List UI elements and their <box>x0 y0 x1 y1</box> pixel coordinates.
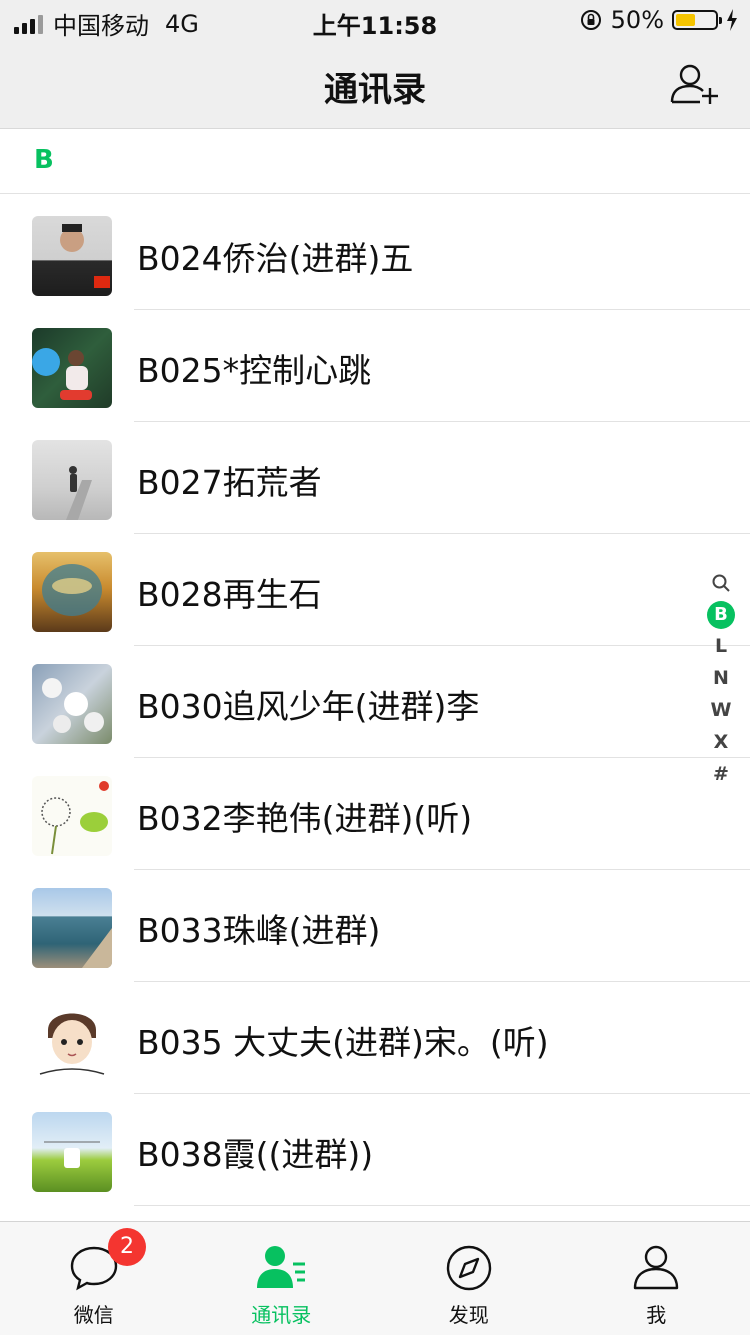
index-search[interactable] <box>700 566 742 598</box>
battery-percent: 50% <box>611 6 664 34</box>
profile-icon <box>630 1242 682 1294</box>
contact-name: B028再生石 <box>137 568 322 616</box>
add-contact-button[interactable] <box>670 62 720 106</box>
tab-contacts[interactable]: 通讯录 <box>188 1222 376 1335</box>
network-type: 4G <box>165 10 199 38</box>
avatar <box>32 440 112 520</box>
contact-row[interactable]: B038霞((进群)) <box>0 1094 750 1206</box>
contact-row[interactable]: B032李艳伟(进群)(听) <box>0 758 750 870</box>
tab-chats[interactable]: 2 微信 <box>0 1222 188 1335</box>
avatar <box>32 664 112 744</box>
section-letter: B <box>34 145 54 175</box>
unread-badge: 2 <box>108 1228 146 1266</box>
contact-row[interactable]: B027拓荒者 <box>0 422 750 534</box>
index-letter-n[interactable]: N <box>700 662 742 694</box>
tab-label: 微信 <box>0 1299 188 1328</box>
charging-icon <box>726 9 738 31</box>
signal-strength-icon <box>14 14 43 34</box>
status-left: 中国移动 4G <box>14 6 199 41</box>
tab-label: 发现 <box>375 1299 563 1328</box>
avatar <box>32 216 112 296</box>
contact-name: B035 大丈夫(进群)宋。(听) <box>137 1016 549 1064</box>
tab-me[interactable]: 我 <box>563 1222 750 1335</box>
contact-name: B038霞((进群)) <box>137 1128 373 1176</box>
tab-discover[interactable]: 发现 <box>375 1222 563 1335</box>
contact-row[interactable]: B024侨治(进群)五 <box>0 198 750 310</box>
index-letter-w[interactable]: W <box>700 694 742 726</box>
contact-name: B033珠峰(进群) <box>137 904 380 952</box>
contact-name: B027拓荒者 <box>137 456 322 504</box>
index-letter-l[interactable]: L <box>700 630 742 662</box>
nav-bar: 通讯录 <box>0 40 750 129</box>
avatar <box>32 1112 112 1192</box>
avatar <box>32 776 112 856</box>
status-right: 50% <box>579 6 738 34</box>
carrier-name: 中国移动 <box>53 6 149 41</box>
contact-row[interactable]: B033珠峰(进群) <box>0 870 750 982</box>
contact-list[interactable]: B024侨治(进群)五 B025*控制心跳 B027拓荒者 B028再生石 B0… <box>0 198 750 1221</box>
battery-level <box>676 14 695 26</box>
contact-name: B032李艳伟(进群)(听) <box>137 792 472 840</box>
section-header: B <box>0 129 750 194</box>
add-contact-icon <box>670 62 720 106</box>
page-title: 通讯录 <box>0 62 750 111</box>
tab-label: 我 <box>563 1299 750 1328</box>
avatar <box>32 328 112 408</box>
compass-icon <box>443 1242 495 1294</box>
contact-row[interactable]: B025*控制心跳 <box>0 310 750 422</box>
contact-name: B025*控制心跳 <box>137 344 371 392</box>
search-icon <box>711 573 731 593</box>
tab-bar: 2 微信 通讯录 发现 我 <box>0 1221 750 1335</box>
contacts-icon <box>255 1242 307 1294</box>
contact-name: B030追风少年(进群)李 <box>137 680 479 728</box>
index-letter-x[interactable]: X <box>700 726 742 758</box>
avatar <box>32 888 112 968</box>
contact-row[interactable]: B035 大丈夫(进群)宋。(听) <box>0 982 750 1094</box>
avatar <box>32 1000 112 1080</box>
avatar <box>32 552 112 632</box>
contact-name: B024侨治(进群)五 <box>137 232 413 280</box>
rotation-lock-icon <box>579 8 603 32</box>
index-letter-hash[interactable]: # <box>700 758 742 790</box>
tab-label: 通讯录 <box>188 1299 376 1328</box>
status-bar: 中国移动 4G 上午11:58 50% <box>0 0 750 40</box>
contact-row[interactable]: B028再生石 <box>0 534 750 646</box>
battery-icon <box>672 10 718 30</box>
index-letter-b[interactable]: B <box>700 598 742 630</box>
contact-row-partial[interactable] <box>0 1206 750 1221</box>
contact-row[interactable]: B030追风少年(进群)李 <box>0 646 750 758</box>
alphabet-index-bar[interactable]: B L N W X # <box>700 566 742 790</box>
